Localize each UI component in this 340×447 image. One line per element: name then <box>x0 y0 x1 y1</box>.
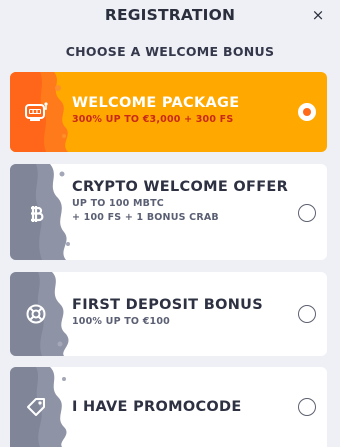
tag-icon <box>24 395 48 419</box>
bonus-text: WELCOME PACKAGE 300% UP TO €3,000 + 300 … <box>72 94 289 127</box>
bonus-option-promocode[interactable]: I HAVE PROMOCODE <box>10 367 327 447</box>
radio-unselected[interactable] <box>298 305 316 323</box>
bonus-option-first-deposit-bonus[interactable]: FIRST DEPOSIT BONUS 100% UP TO €100 <box>10 272 327 356</box>
bonus-description: 100% UP TO €100 <box>72 316 170 327</box>
bonus-option-crypto-welcome-offer[interactable]: CRYPTO WELCOME OFFER UP TO 100 MBTC + 10… <box>10 164 327 260</box>
close-icon: × <box>311 6 325 24</box>
close-button[interactable]: × <box>308 4 328 26</box>
bitcoin-icon <box>24 202 48 226</box>
bonus-description: UP TO 100 MBTC + 100 FS + 1 BONUS CRAB <box>72 197 289 225</box>
bonus-option-welcome-package[interactable]: WELCOME PACKAGE 300% UP TO €3,000 + 300 … <box>10 72 327 152</box>
page-title: REGISTRATION <box>104 6 236 24</box>
bonus-text: I HAVE PROMOCODE <box>72 398 289 416</box>
bonus-text: FIRST DEPOSIT BONUS 100% UP TO €100 <box>72 296 289 329</box>
radio-unselected[interactable] <box>298 204 316 222</box>
bonus-name: FIRST DEPOSIT BONUS <box>72 297 263 313</box>
lifebuoy-icon <box>24 302 48 326</box>
radio-selected[interactable] <box>298 103 316 121</box>
bonus-description: 300% UP TO €3,000 + 300 FS <box>72 114 234 125</box>
bonus-description-line-2: + 100 FS + 1 BONUS CRAB <box>72 212 219 223</box>
modal-header: REGISTRATION × <box>0 0 340 34</box>
radio-unselected[interactable] <box>298 398 316 416</box>
bonus-description-line-1: UP TO 100 MBTC <box>72 198 164 209</box>
bonus-name: WELCOME PACKAGE <box>72 95 240 111</box>
bonus-name: CRYPTO WELCOME OFFER <box>72 179 289 195</box>
slot-machine-icon <box>24 100 48 124</box>
section-subtitle: CHOOSE A WELCOME BONUS <box>65 44 275 59</box>
bonus-text: CRYPTO WELCOME OFFER UP TO 100 MBTC + 10… <box>72 178 289 225</box>
bonus-name: I HAVE PROMOCODE <box>72 399 242 415</box>
